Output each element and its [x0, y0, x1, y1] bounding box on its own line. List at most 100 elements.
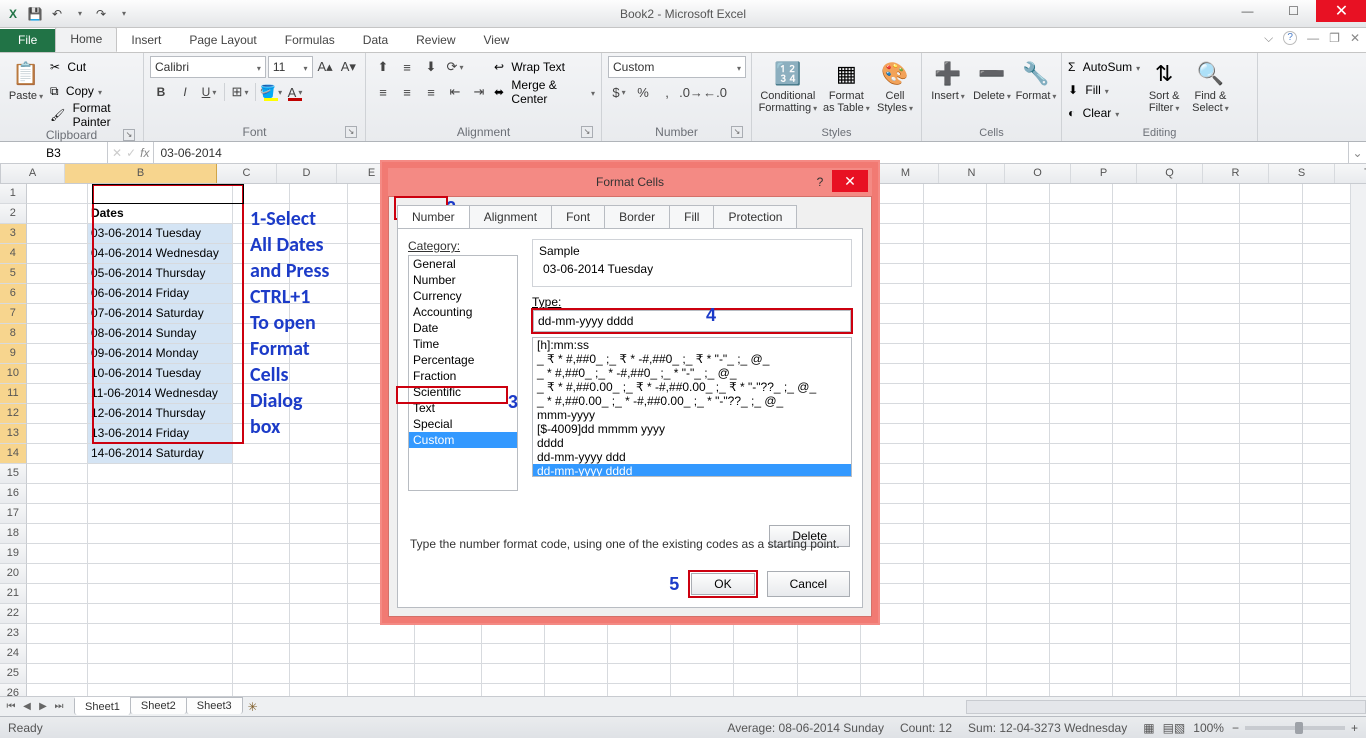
cell[interactable] — [987, 284, 1050, 304]
cell[interactable] — [1050, 644, 1113, 664]
cell[interactable] — [924, 644, 987, 664]
formula-bar-expand[interactable]: ⌄ — [1348, 142, 1366, 163]
cell[interactable] — [798, 684, 861, 696]
cell[interactable] — [1050, 244, 1113, 264]
cell[interactable] — [1177, 644, 1240, 664]
align-right-button[interactable]: ≡ — [420, 81, 442, 103]
sheet-tab[interactable]: Sheet3 — [186, 697, 243, 714]
row-header[interactable]: 7 — [0, 304, 27, 324]
align-top-button[interactable]: ⬆ — [372, 56, 394, 78]
cell[interactable] — [798, 664, 861, 684]
dialog-titlebar[interactable]: Format Cells ? ✕ — [388, 168, 872, 196]
cell[interactable] — [348, 624, 415, 644]
cell[interactable] — [1050, 424, 1113, 444]
type-list-item[interactable]: _ * #,##0.00_ ;_ * -#,##0.00_ ;_ * "-"??… — [533, 394, 851, 408]
cell[interactable] — [1113, 204, 1176, 224]
row-header[interactable]: 6 — [0, 284, 27, 304]
category-item[interactable]: Time — [409, 336, 517, 352]
cell[interactable] — [1240, 564, 1303, 584]
cell[interactable] — [1113, 644, 1176, 664]
cell[interactable] — [233, 484, 290, 504]
cell[interactable] — [671, 624, 734, 644]
cell[interactable] — [290, 584, 347, 604]
cell[interactable] — [27, 604, 88, 624]
cell[interactable] — [608, 624, 671, 644]
cancel-formula-icon[interactable]: ✕ — [112, 146, 122, 160]
row-header[interactable]: 15 — [0, 464, 27, 484]
cell[interactable] — [1177, 484, 1240, 504]
cell[interactable] — [798, 624, 861, 644]
cell[interactable] — [924, 464, 987, 484]
cell[interactable] — [27, 324, 88, 344]
cell[interactable] — [1177, 544, 1240, 564]
cell[interactable] — [233, 564, 290, 584]
cell[interactable] — [924, 584, 987, 604]
cell[interactable] — [1177, 364, 1240, 384]
row-header[interactable]: 4 — [0, 244, 27, 264]
cell[interactable] — [1177, 264, 1240, 284]
dialog-tab-protection[interactable]: Protection — [713, 205, 797, 228]
tab-page-layout[interactable]: Page Layout — [175, 29, 270, 52]
cell[interactable] — [924, 364, 987, 384]
cell[interactable] — [924, 184, 987, 204]
cell[interactable] — [734, 664, 797, 684]
cell[interactable] — [924, 544, 987, 564]
cell[interactable] — [415, 684, 482, 696]
cell[interactable] — [27, 284, 88, 304]
cell[interactable] — [1177, 604, 1240, 624]
cell[interactable] — [1050, 444, 1113, 464]
cell[interactable] — [1050, 324, 1113, 344]
cell[interactable] — [924, 204, 987, 224]
cell[interactable] — [415, 624, 482, 644]
cell[interactable] — [290, 544, 347, 564]
cell[interactable] — [987, 244, 1050, 264]
cell[interactable] — [27, 664, 88, 684]
cell[interactable] — [1113, 424, 1176, 444]
cell[interactable] — [924, 264, 987, 284]
category-item[interactable]: Currency — [409, 288, 517, 304]
sheet-nav[interactable]: ⏮◀▶⏭ — [0, 701, 70, 712]
cell[interactable] — [88, 564, 233, 584]
row-header[interactable]: 14 — [0, 444, 27, 464]
cell[interactable] — [27, 364, 88, 384]
cell[interactable] — [1113, 524, 1176, 544]
cell[interactable] — [88, 584, 233, 604]
category-item[interactable]: Date — [409, 320, 517, 336]
cell[interactable] — [987, 404, 1050, 424]
row-header[interactable]: 19 — [0, 544, 27, 564]
cell[interactable] — [671, 684, 734, 696]
cell[interactable] — [924, 604, 987, 624]
merge-center-button[interactable]: ⬌ Merge & Center — [494, 81, 595, 103]
alignment-launcher[interactable]: ↘ — [581, 126, 593, 138]
row-header[interactable]: 16 — [0, 484, 27, 504]
underline-button[interactable]: U — [198, 81, 220, 103]
cell[interactable] — [924, 444, 987, 464]
cell[interactable] — [861, 664, 924, 684]
number-launcher[interactable]: ↘ — [731, 126, 743, 138]
type-list-item[interactable]: _ ₹ * #,##0_ ;_ ₹ * -#,##0_ ;_ ₹ * "-"_ … — [533, 352, 851, 366]
cell[interactable] — [924, 224, 987, 244]
cell[interactable] — [1113, 224, 1176, 244]
tab-insert[interactable]: Insert — [117, 29, 175, 52]
row-header[interactable]: 9 — [0, 344, 27, 364]
row-header[interactable]: 11 — [0, 384, 27, 404]
cell[interactable] — [924, 684, 987, 696]
cell[interactable] — [1177, 244, 1240, 264]
cell[interactable] — [734, 624, 797, 644]
format-as-table-button[interactable]: ▦Format as Table — [822, 56, 871, 125]
cell[interactable] — [608, 684, 671, 696]
cell[interactable] — [924, 524, 987, 544]
category-item[interactable]: Custom — [409, 432, 517, 448]
column-header-A[interactable]: A — [1, 164, 65, 183]
cell[interactable]: 13-06-2014 Friday — [88, 424, 233, 444]
cell[interactable] — [233, 684, 290, 696]
cell[interactable] — [1050, 564, 1113, 584]
cell[interactable] — [348, 644, 415, 664]
insert-cells-button[interactable]: ➕Insert — [928, 56, 968, 125]
cell[interactable] — [27, 684, 88, 696]
type-input[interactable] — [533, 310, 851, 332]
cell[interactable] — [290, 464, 347, 484]
column-header-T[interactable]: T — [1335, 164, 1366, 183]
cell[interactable] — [27, 524, 88, 544]
column-header-R[interactable]: R — [1203, 164, 1269, 183]
